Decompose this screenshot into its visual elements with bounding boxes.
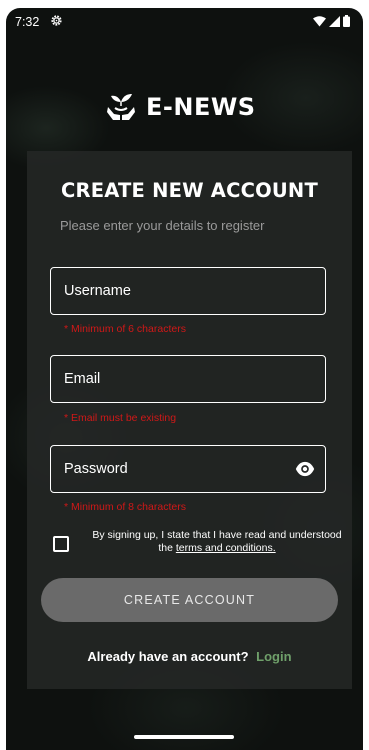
home-indicator[interactable] (134, 735, 234, 739)
phone-screen: 7:32 E-NEWS CREATE NEW ACCOUNT Please en… (6, 8, 363, 750)
password-field[interactable]: Password (50, 445, 326, 493)
username-hint: * Minimum of 6 characters (64, 323, 186, 335)
email-label: Email (64, 371, 101, 387)
password-hint: * Minimum of 8 characters (64, 501, 186, 513)
login-prompt-text: Already have an account? (87, 649, 249, 664)
email-hint: * Email must be existing (64, 412, 177, 424)
status-time: 7:32 (15, 15, 40, 29)
signal-icon (329, 15, 340, 27)
username-field[interactable]: Username (50, 267, 326, 315)
password-label: Password (64, 461, 128, 477)
battery-icon (343, 15, 350, 27)
app-logo: E-NEWS (104, 90, 256, 124)
login-prompt-row: Already have an account? Login (27, 649, 352, 664)
terms-consent-text: By signing up, I state that I have read … (87, 529, 347, 555)
page-subtitle: Please enter your details to register (60, 218, 265, 233)
status-bar: 7:32 (6, 8, 363, 36)
app-logo-text: E-NEWS (146, 93, 256, 121)
terms-link[interactable]: terms and conditions. (176, 542, 276, 554)
create-account-button[interactable]: CREATE ACCOUNT (41, 578, 338, 622)
signup-card: CREATE NEW ACCOUNT Please enter your det… (27, 151, 352, 689)
login-link[interactable]: Login (256, 649, 291, 664)
status-icons (313, 15, 350, 27)
leaf-hands-logo-icon (107, 94, 135, 120)
settings-gear-icon (51, 15, 62, 26)
username-label: Username (64, 283, 131, 299)
terms-checkbox[interactable] (53, 536, 69, 552)
show-password-eye-icon[interactable] (295, 459, 315, 479)
wifi-icon (313, 15, 326, 26)
email-field[interactable]: Email (50, 355, 326, 403)
page-title: CREATE NEW ACCOUNT (61, 179, 318, 202)
